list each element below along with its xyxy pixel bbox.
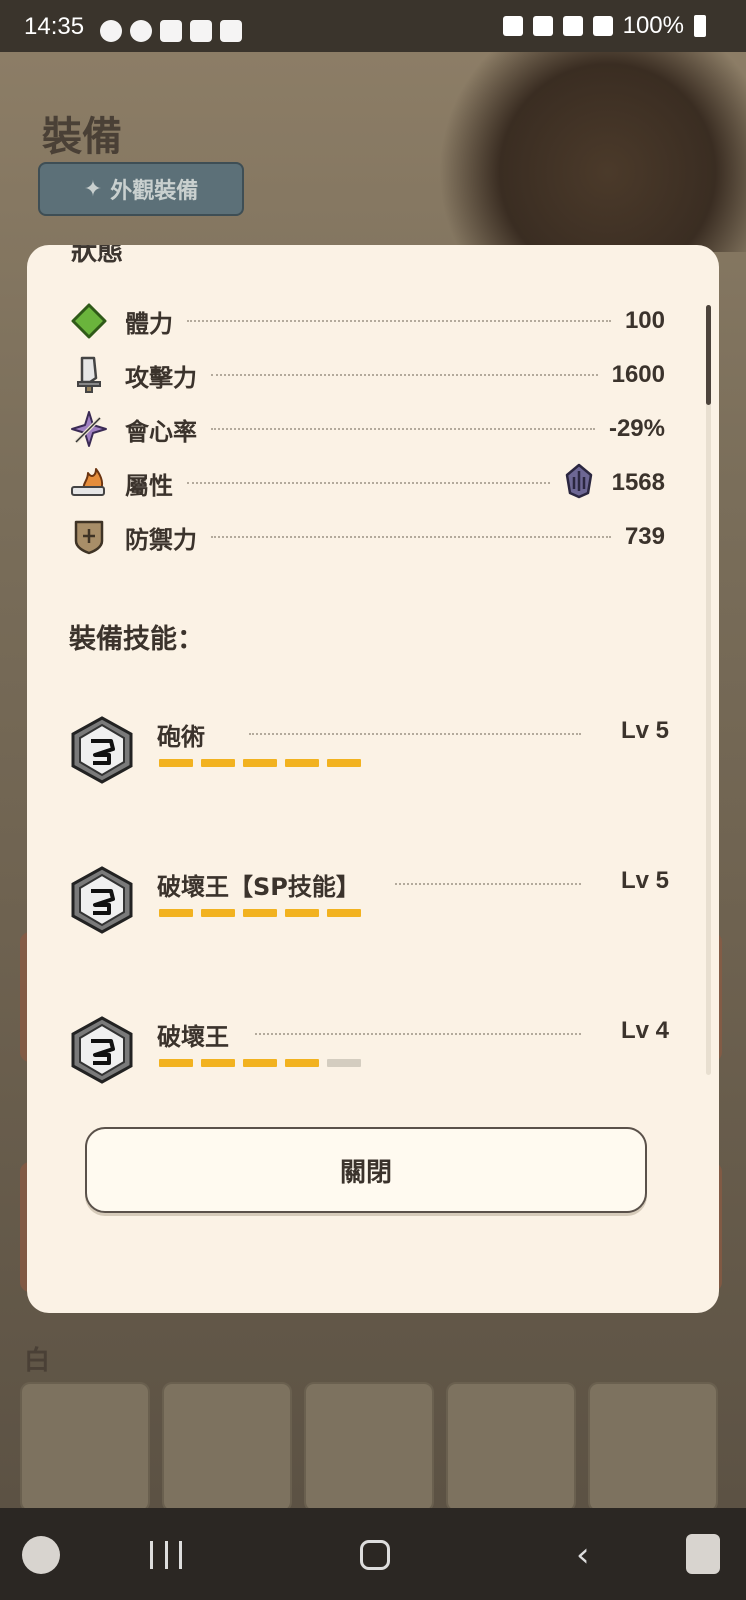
whatsapp-icon: [100, 20, 122, 42]
skill-level-bar: [159, 759, 361, 767]
appearance-equipment-button: ✦ 外觀裝備: [38, 162, 244, 216]
dotted-leader: [211, 428, 595, 430]
equipment-slot: [304, 1382, 434, 1512]
stat-row-element: 屬性 1568: [69, 463, 665, 503]
shopping-bag-icon: [220, 20, 242, 42]
close-button[interactable]: 關閉: [85, 1127, 647, 1213]
character-preview: [400, 52, 746, 252]
skill-level: Lv 4: [620, 1017, 669, 1044]
equipment-slot: [446, 1382, 576, 1512]
close-button-label: 關閉: [339, 1157, 392, 1188]
skill-name: 破壞王: [157, 1023, 229, 1051]
dotted-leader: [187, 482, 550, 484]
gmail-icon: [160, 20, 182, 42]
wifi-icon: [562, 16, 583, 36]
home-button[interactable]: [360, 1540, 390, 1570]
destroyer-skill-icon: [69, 1015, 135, 1085]
skill-level-segment-filled: [159, 909, 193, 917]
defense-shield-icon: [69, 517, 109, 557]
stat-row-attack: 攻擊力 1600: [69, 355, 665, 395]
skill-item[interactable]: 砲術 Lv 5: [69, 715, 669, 795]
status-time: 14:35: [24, 13, 85, 40]
skill-level-segment-filled: [243, 1059, 277, 1067]
skill-name: 破壞王【SP技能】: [157, 873, 360, 901]
equipment-slot: [20, 1382, 150, 1512]
skill-level: Lv 5: [620, 717, 669, 744]
scroll-thumb[interactable]: [706, 305, 711, 405]
skill-level-segment-filled: [327, 909, 361, 917]
skill-level-segment-filled: [285, 759, 319, 767]
dotted-leader: [395, 883, 581, 885]
notification-icons: [100, 20, 242, 42]
status-modal: 狀態 體力 100 攻擊力 1600 會心率 -29% 屬性 1568 防禦力 …: [27, 245, 719, 1313]
stat-label: 會心率: [125, 417, 197, 446]
skill-level-segment-filled: [201, 759, 235, 767]
skill-level: Lv 5: [620, 867, 669, 894]
stat-label: 體力: [125, 309, 173, 338]
skill-level-segment-empty: [327, 1059, 361, 1067]
skill-level-segment-filled: [201, 909, 235, 917]
skill-level-bar: [159, 1059, 361, 1067]
dragon-element-icon: [564, 463, 594, 503]
mute-vibrate-icon: [502, 16, 523, 36]
equipment-slot: [162, 1382, 292, 1512]
background-section-label: 白: [24, 1346, 51, 1376]
stat-value: 1600: [611, 361, 665, 388]
battery-percent: 100%: [622, 12, 684, 39]
stat-value: 739: [624, 523, 665, 550]
recents-button[interactable]: [150, 1541, 182, 1569]
skill-level-segment-filled: [159, 1059, 193, 1067]
destroyer-skill-icon: [69, 865, 135, 935]
appearance-equipment-label: 外觀裝備: [110, 179, 199, 204]
signal-icon: [592, 16, 613, 36]
skill-item[interactable]: 破壞王 Lv 4: [69, 1015, 669, 1095]
stat-value: 1568: [611, 469, 665, 496]
skill-level-segment-filled: [201, 1059, 235, 1067]
location-icon: [532, 16, 553, 36]
status-bar: 14:35 100%: [0, 0, 746, 52]
skill-level-segment-filled: [285, 1059, 319, 1067]
back-button[interactable]: ‹: [576, 1538, 590, 1572]
status-heading: 狀態: [71, 245, 124, 267]
stat-label: 屬性: [125, 471, 173, 500]
dotted-leader: [211, 374, 598, 376]
skill-level-segment-filled: [243, 759, 277, 767]
stat-label: 防禦力: [125, 525, 197, 554]
skills-heading: 裝備技能：: [69, 624, 204, 655]
skill-level-segment-filled: [285, 909, 319, 917]
dotted-leader: [211, 536, 611, 538]
stat-row-health: 體力 100: [69, 301, 665, 341]
dotted-leader: [187, 320, 611, 322]
background-slots: [20, 1382, 718, 1512]
modal-scrollbar[interactable]: [706, 305, 711, 1075]
battery-icon: [694, 15, 706, 37]
status-right: 100%: [502, 12, 706, 40]
health-diamond-icon: [69, 301, 109, 341]
skill-level-segment-filled: [159, 759, 193, 767]
attack-blade-icon: [69, 355, 109, 395]
skill-item[interactable]: 破壞王【SP技能】 Lv 5: [69, 865, 669, 945]
stat-label: 攻擊力: [125, 363, 197, 392]
dotted-leader: [249, 733, 581, 735]
skill-level-segment-filled: [243, 909, 277, 917]
skill-level-bar: [159, 909, 361, 917]
stat-value: 100: [624, 307, 665, 334]
shirt-icon: ✦: [83, 176, 103, 202]
affinity-crossed-swords-icon: [69, 409, 109, 449]
stat-row-affinity: 會心率 -29%: [69, 409, 665, 449]
dotted-leader: [255, 1033, 581, 1035]
accessibility-icon[interactable]: [686, 1534, 720, 1574]
cannon-skill-icon: [69, 715, 135, 785]
stat-value: -29%: [608, 415, 665, 442]
equipment-slot: [588, 1382, 718, 1512]
skill-level-segment-filled: [327, 759, 361, 767]
element-flame-blade-icon: [69, 463, 109, 503]
stat-row-defense: 防禦力 739: [69, 517, 665, 557]
system-nav-bar: ‹: [0, 1508, 746, 1600]
skill-name: 砲術: [157, 723, 205, 751]
gallery-icon: [190, 20, 212, 42]
game-launcher-icon[interactable]: [22, 1536, 60, 1574]
page-title: 裝備: [42, 114, 122, 160]
messenger-icon: [130, 20, 152, 42]
